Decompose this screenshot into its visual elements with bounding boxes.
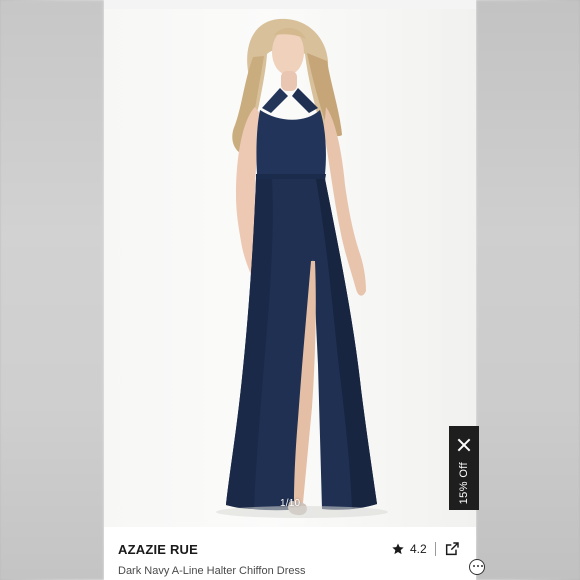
external-link-icon[interactable] — [444, 541, 460, 557]
model-in-dress-image — [216, 18, 388, 518]
rating: 4.2 — [391, 542, 427, 556]
star-icon — [392, 543, 404, 555]
discount-text[interactable]: 15% Off — [458, 462, 470, 504]
product-info-panel: AZAZIE RUE Dark Navy A-Line Halter Chiff… — [104, 527, 476, 580]
discount-promo-tab[interactable]: 15% Off — [449, 426, 479, 510]
product-photo[interactable]: 1/10 — [104, 9, 476, 527]
product-screen: 1/10 AZAZIE RUE Dark Navy A-Line Halter … — [104, 0, 476, 580]
product-title[interactable]: Dark Navy A-Line Halter Chiffon Dress — [118, 565, 305, 577]
close-icon[interactable] — [457, 438, 471, 452]
rating-value: 4.2 — [410, 542, 427, 556]
chat-bubble-icon[interactable] — [469, 559, 485, 575]
rating-share-divider — [435, 542, 436, 556]
blurred-right-margin — [476, 0, 580, 580]
image-counter: 1/10 — [280, 498, 301, 509]
screenshot-frame: 1/10 AZAZIE RUE Dark Navy A-Line Halter … — [0, 0, 580, 580]
brand-name[interactable]: AZAZIE RUE — [118, 542, 198, 557]
blurred-left-margin — [0, 0, 104, 580]
